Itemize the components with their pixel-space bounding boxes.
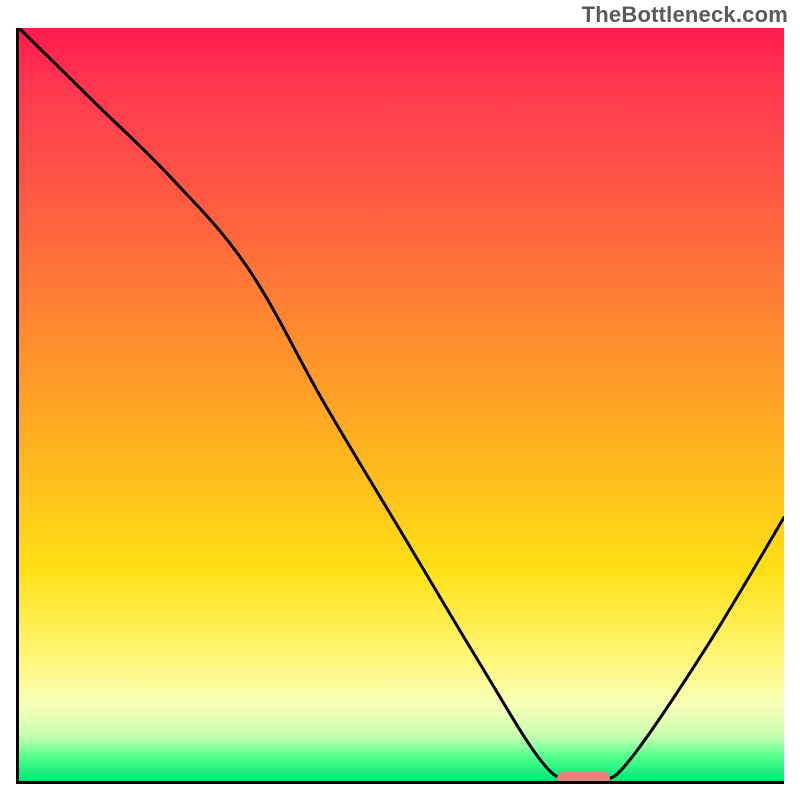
bottleneck-curve-path bbox=[19, 28, 784, 781]
curve-svg bbox=[19, 28, 784, 781]
optimal-range-marker bbox=[557, 772, 611, 784]
watermark-text: TheBottleneck.com bbox=[582, 2, 788, 28]
bottleneck-chart: TheBottleneck.com bbox=[0, 0, 800, 800]
plot-area bbox=[16, 28, 784, 784]
